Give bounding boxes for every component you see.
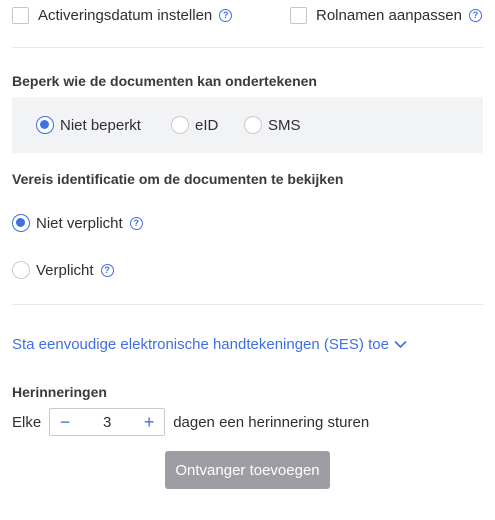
radio-niet-beperkt[interactable]: Niet beperkt — [36, 116, 141, 134]
reminder-days-stepper[interactable]: − 3 + — [49, 408, 166, 436]
radio-indicator[interactable] — [171, 116, 189, 134]
divider — [12, 47, 483, 48]
radio-label: eID — [195, 116, 219, 134]
radio-label: Verplicht — [36, 261, 94, 279]
rolenames-label: Rolnamen aanpassen — [316, 7, 462, 24]
radio-sms[interactable]: SMS — [244, 116, 301, 134]
divider — [12, 304, 483, 305]
question-circle-icon[interactable]: ? — [219, 9, 233, 22]
restrict-signers-panel: Niet beperkt eID SMS — [12, 97, 483, 153]
radio-indicator[interactable] — [12, 261, 30, 279]
add-recipient-button[interactable]: Ontvanger toevoegen — [165, 451, 330, 489]
chevron-down-icon[interactable] — [394, 336, 407, 353]
ses-toggle-link[interactable]: Sta eenvoudige elektronische handtekenin… — [12, 336, 407, 353]
radio-label: Niet beperkt — [60, 116, 141, 134]
reminder-prefix: Elke — [12, 413, 42, 431]
question-circle-icon[interactable]: ? — [468, 9, 482, 22]
identification-title: Vereis identificatie om de documenten te… — [12, 171, 344, 187]
question-circle-icon[interactable]: ? — [129, 216, 143, 230]
radio-indicator-selected[interactable] — [36, 116, 54, 134]
radio-label: Niet verplicht — [36, 214, 123, 232]
radio-verplicht[interactable]: Verplicht ? — [12, 261, 114, 279]
restrict-signers-title: Beperk wie de documenten kan ondertekene… — [12, 73, 317, 89]
radio-label: SMS — [268, 116, 301, 134]
reminders-title: Herinneringen — [12, 384, 107, 400]
question-circle-icon[interactable]: ? — [100, 263, 114, 277]
rolenames-checkbox-box[interactable] — [290, 7, 307, 24]
radio-indicator[interactable] — [244, 116, 262, 134]
radio-niet-verplicht[interactable]: Niet verplicht ? — [12, 214, 143, 232]
reminder-suffix: dagen een herinnering sturen — [173, 413, 370, 431]
rolenames-checkbox[interactable]: Rolnamen aanpassen ? — [290, 7, 482, 24]
activation-date-label: Activeringsdatum instellen — [38, 7, 213, 24]
radio-indicator-selected[interactable] — [12, 214, 30, 232]
ses-link-label[interactable]: Sta eenvoudige elektronische handtekenin… — [12, 336, 389, 353]
decrement-button[interactable]: − — [50, 409, 80, 435]
radio-eid[interactable]: eID — [171, 116, 218, 134]
activation-date-checkbox[interactable]: Activeringsdatum instellen ? — [12, 7, 233, 24]
reminder-row: Elke − 3 + dagen een herinnering sturen — [12, 408, 369, 436]
activation-date-checkbox-box[interactable] — [12, 7, 29, 24]
reminder-days-value[interactable]: 3 — [103, 414, 111, 431]
increment-button[interactable]: + — [134, 409, 164, 435]
